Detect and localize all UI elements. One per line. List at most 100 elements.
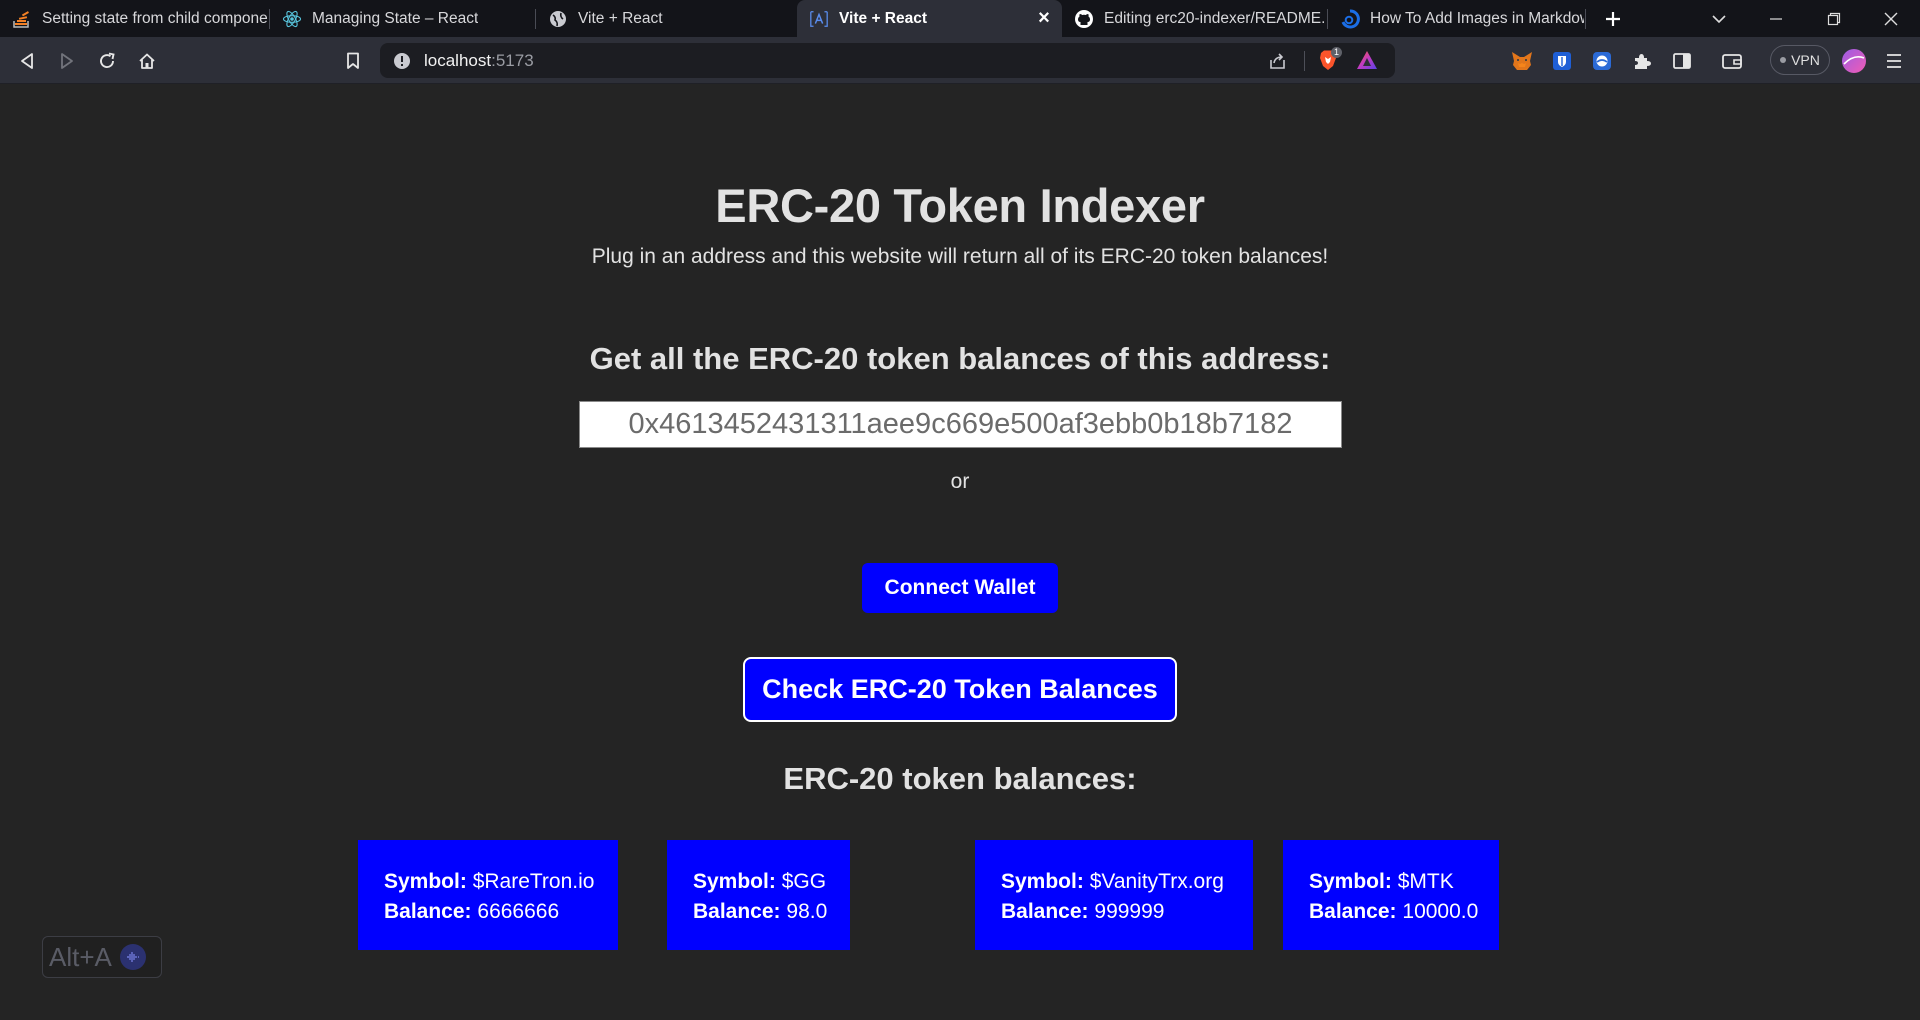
- wallet-extension-button[interactable]: [1586, 45, 1618, 77]
- tab-label: Vite + React: [839, 9, 928, 27]
- minimize-icon: [1770, 17, 1782, 20]
- bitwarden-extension-button[interactable]: [1546, 45, 1578, 77]
- symbol-label: Symbol:: [693, 870, 776, 893]
- tab-vite-react-active[interactable]: Vite + React ×: [797, 0, 1062, 37]
- tab-markdown-images[interactable]: How To Add Images in Markdow: [1328, 0, 1584, 37]
- puzzle-icon: [1635, 54, 1651, 69]
- site-icon: [1340, 9, 1360, 29]
- shield-extension-icon: [1553, 52, 1571, 70]
- extensions-button[interactable]: [1626, 45, 1658, 77]
- profile-button[interactable]: [1838, 45, 1870, 77]
- forward-icon: [61, 53, 73, 69]
- metamask-extension-button[interactable]: [1506, 45, 1538, 77]
- url-host: localhost: [424, 51, 492, 70]
- forward-button[interactable]: [51, 45, 83, 77]
- share-icon[interactable]: [1268, 51, 1288, 71]
- token-symbol: $VanityTrx.org: [1089, 870, 1224, 893]
- bookmark-button[interactable]: [337, 45, 369, 77]
- menu-button[interactable]: [1878, 45, 1910, 77]
- brave-wallet-button[interactable]: [1716, 45, 1748, 77]
- symbol-label: Symbol:: [384, 870, 467, 893]
- token-symbol: $MTK: [1397, 870, 1454, 893]
- hamburger-menu-icon: [1887, 54, 1901, 68]
- token-balance-row: Balance: 98.0: [693, 897, 850, 927]
- token-balance-row: Balance: 10000.0: [1309, 897, 1499, 927]
- balance-label: Balance:: [1001, 900, 1089, 923]
- token-symbol: $GG: [781, 870, 827, 893]
- address-bar[interactable]: localhost:5173 1: [380, 43, 1395, 78]
- sidebar-icon: [1673, 53, 1691, 69]
- tab-label: Vite + React: [578, 9, 663, 27]
- page-subtitle: Plug in an address and this website will…: [591, 245, 1329, 268]
- vpn-button[interactable]: VPN: [1770, 45, 1830, 75]
- metamask-fox-icon: [1512, 52, 1532, 70]
- shortcut-hint: Alt+A: [49, 941, 112, 972]
- brave-badge: 1: [1331, 47, 1343, 58]
- token-balance: 98.0: [786, 900, 828, 923]
- sidebar-button[interactable]: [1666, 45, 1698, 77]
- connect-wallet-button[interactable]: Connect Wallet: [862, 563, 1058, 613]
- new-tab-button[interactable]: [1590, 0, 1636, 37]
- urlbar-divider: [1304, 51, 1305, 71]
- page-title: ERC-20 Token Indexer: [715, 179, 1205, 232]
- token-symbol-row: Symbol: $GG: [693, 867, 850, 897]
- close-window-button[interactable]: [1868, 0, 1914, 37]
- address-input[interactable]: [579, 401, 1342, 448]
- tab-label: How To Add Images in Markdow: [1370, 9, 1584, 27]
- wallet-icon: [1722, 54, 1742, 69]
- balances-heading: ERC-20 token balances:: [783, 761, 1137, 796]
- brave-rewards-button[interactable]: [1356, 50, 1378, 75]
- tab-strip: Setting state from child compone Managin…: [0, 0, 1920, 37]
- symbol-label: Symbol:: [1309, 870, 1392, 893]
- bookmark-icon: [347, 52, 359, 69]
- token-balance-row: Balance: 999999: [1001, 897, 1253, 927]
- balance-label: Balance:: [384, 900, 472, 923]
- token-symbol: $RareTron.io: [472, 870, 595, 893]
- site-info-icon[interactable]: [393, 52, 411, 70]
- browser-toolbar: localhost:5173 1 VPN: [0, 37, 1920, 84]
- tab-github-readme[interactable]: Editing erc20-indexer/README.r: [1062, 0, 1326, 37]
- tab-label: Editing erc20-indexer/README.r: [1104, 9, 1326, 27]
- url-port: :5173: [491, 51, 534, 70]
- tab-react-managing-state[interactable]: Managing State – React: [270, 0, 534, 37]
- restore-icon: [1827, 12, 1841, 25]
- back-icon: [21, 53, 33, 69]
- home-button[interactable]: [131, 45, 163, 77]
- home-icon: [139, 53, 155, 69]
- close-tab-icon[interactable]: ×: [1034, 8, 1054, 28]
- voice-shortcut-widget[interactable]: Alt+A: [42, 936, 162, 978]
- restore-button[interactable]: [1811, 0, 1857, 37]
- globe-extension-icon: [1593, 52, 1611, 70]
- token-balance: 999999: [1094, 900, 1165, 923]
- reload-button[interactable]: [91, 45, 123, 77]
- globe-icon: [548, 9, 568, 29]
- tab-vite-react[interactable]: Vite + React: [536, 0, 800, 37]
- tab-search-button[interactable]: [1696, 0, 1742, 37]
- reload-icon: [100, 52, 115, 68]
- brave-shields-button[interactable]: 1: [1318, 47, 1344, 73]
- waveform-icon: [119, 944, 146, 970]
- balance-label: Balance:: [1309, 900, 1397, 923]
- vpn-status-dot: [1780, 57, 1787, 63]
- stackoverflow-icon: [12, 9, 32, 29]
- balance-label: Balance:: [693, 900, 781, 923]
- token-balance: 6666666: [477, 900, 560, 923]
- url-text[interactable]: localhost:5173: [424, 51, 534, 71]
- back-button[interactable]: [11, 45, 43, 77]
- symbol-label: Symbol:: [1001, 870, 1084, 893]
- github-icon: [1074, 9, 1094, 29]
- token-card: Symbol: $MTK Balance: 10000.0: [1283, 840, 1499, 950]
- token-symbol-row: Symbol: $MTK: [1309, 867, 1499, 897]
- brave-rewards-icon: [1357, 51, 1377, 69]
- token-card: Symbol: $VanityTrx.org Balance: 999999: [975, 840, 1253, 950]
- avatar: [1842, 49, 1866, 73]
- page-content: ERC-20 Token Indexer Plug in an address …: [0, 85, 1920, 1020]
- minimize-button[interactable]: [1753, 0, 1799, 37]
- react-icon: [282, 9, 302, 29]
- vite-icon: [809, 9, 829, 29]
- check-balances-button[interactable]: Check ERC-20 Token Balances: [743, 657, 1177, 722]
- tab-stackoverflow[interactable]: Setting state from child compone: [0, 0, 268, 37]
- or-divider-text: or: [950, 470, 970, 493]
- token-balance: 10000.0: [1402, 900, 1479, 923]
- close-icon: [1884, 12, 1898, 25]
